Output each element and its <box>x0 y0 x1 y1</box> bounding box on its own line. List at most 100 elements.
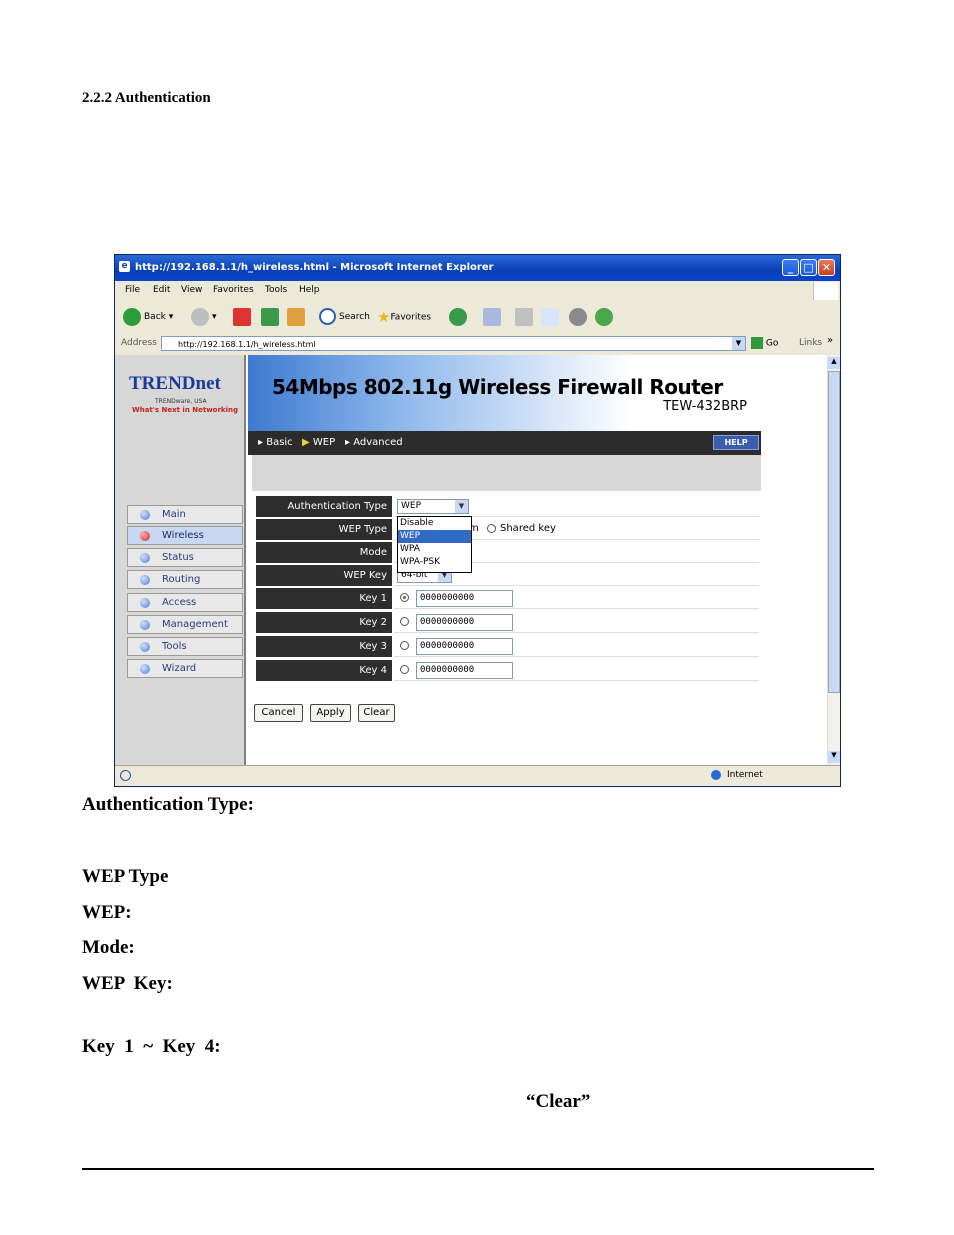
key-2-cell: 0000000000 <box>394 612 759 633</box>
key-2-input[interactable]: 0000000000 <box>416 614 513 631</box>
auth-type-cell: WEP ▼ <box>394 496 759 517</box>
back-button[interactable]: Back ▾ <box>123 307 173 327</box>
maximize-button[interactable]: □ <box>800 259 817 276</box>
menu-bar: File Edit View Favorites Tools Help <box>115 281 840 302</box>
model-number: TEW-432BRP <box>663 399 747 414</box>
stop-icon[interactable] <box>233 308 251 326</box>
option-wep[interactable]: WEP <box>398 530 471 543</box>
home-icon[interactable] <box>287 308 305 326</box>
menu-favorites[interactable]: Favorites <box>213 285 254 295</box>
banner-title: 54Mbps 802.11g Wireless Firewall Router <box>272 375 723 399</box>
search-button[interactable]: Search <box>319 307 370 327</box>
nav-tools[interactable]: Tools <box>127 637 243 656</box>
scroll-down-icon[interactable]: ▼ <box>828 751 840 763</box>
history-icon[interactable] <box>449 308 467 326</box>
section-heading: 2.2.2 Authentication <box>82 90 211 106</box>
scroll-up-icon[interactable]: ▲ <box>828 357 840 369</box>
wep-type-label: WEP Type <box>256 519 392 540</box>
option-disable[interactable]: Disable <box>398 517 471 530</box>
crumb-wep[interactable]: ▶ WEP <box>302 437 335 448</box>
crumb-basic[interactable]: ▸ Basic <box>258 437 293 448</box>
minimize-button[interactable]: _ <box>782 259 799 276</box>
address-dropdown-icon[interactable]: ▼ <box>732 337 745 350</box>
mail-icon[interactable] <box>483 308 501 326</box>
key-2-radio[interactable] <box>400 617 409 626</box>
row-wep-key: WEP Key 64-bit ▼ <box>256 565 759 586</box>
bullet-icon <box>140 598 150 608</box>
key-4-label: Key 4 <box>256 660 392 681</box>
crumb-advanced[interactable]: ▸ Advanced <box>345 437 403 448</box>
clear-button[interactable]: Clear <box>358 704 395 722</box>
help-button[interactable]: HELP <box>713 435 759 450</box>
star-icon: ★ <box>377 308 391 326</box>
key-3-cell: 0000000000 <box>394 636 759 657</box>
security-zone: Internet <box>727 770 763 780</box>
key-4-radio[interactable] <box>400 665 409 674</box>
back-arrow-icon <box>123 307 141 326</box>
bullet-icon <box>140 575 150 585</box>
auth-type-select[interactable]: WEP ▼ <box>397 499 469 514</box>
menu-help[interactable]: Help <box>299 285 320 295</box>
go-arrow-icon <box>751 337 763 349</box>
nav-routing[interactable]: Routing <box>127 570 243 589</box>
edit-icon[interactable] <box>541 308 559 326</box>
links-button[interactable]: Links <box>799 338 822 348</box>
chevron-down-icon: ▼ <box>455 500 468 513</box>
cancel-button[interactable]: Cancel <box>254 704 303 722</box>
forward-button[interactable]: ▾ <box>191 307 217 327</box>
print-icon[interactable] <box>515 308 533 326</box>
row-mode: Mode <box>256 542 759 563</box>
refresh-icon[interactable] <box>261 308 279 326</box>
forward-arrow-icon <box>191 307 209 326</box>
close-button[interactable]: ✕ <box>818 259 835 276</box>
key-4-cell: 0000000000 <box>394 660 759 681</box>
nav-access[interactable]: Access <box>127 593 243 612</box>
bullet-icon <box>140 510 150 520</box>
row-key-3: Key 3 0000000000 <box>256 636 759 657</box>
toolbar: Back ▾ ▾ Search ★Favorites <box>115 301 840 335</box>
row-key-4: Key 4 0000000000 <box>256 660 759 681</box>
row-key-1: Key 1 0000000000 <box>256 588 759 609</box>
brand-tagline: What's Next in Networking <box>132 406 238 414</box>
status-bar: Internet <box>115 765 840 786</box>
key-4-input[interactable]: 0000000000 <box>416 662 513 679</box>
menu-file[interactable]: File <box>125 285 140 295</box>
menu-tools[interactable]: Tools <box>265 285 287 295</box>
window-title: http://192.168.1.1/h_wireless.html - Mic… <box>135 262 494 273</box>
key-3-radio[interactable] <box>400 641 409 650</box>
option-wpa-psk[interactable]: WPA-PSK <box>398 556 471 569</box>
nav-status[interactable]: Status <box>127 548 243 567</box>
key-2-label: Key 2 <box>256 612 392 633</box>
breadcrumb-bar: ▸ Basic ▶ WEP ▸ Advanced HELP <box>248 431 761 455</box>
address-input[interactable]: http://192.168.1.1/h_wireless.html <box>161 336 746 351</box>
banner: 54Mbps 802.11g Wireless Firewall Router … <box>248 355 761 431</box>
discuss-icon[interactable] <box>569 308 587 326</box>
nav-wizard[interactable]: Wizard <box>127 659 243 678</box>
vertical-scrollbar[interactable]: ▲ ▼ <box>827 355 840 765</box>
nav-management[interactable]: Management <box>127 615 243 634</box>
nav-main[interactable]: Main <box>127 505 243 524</box>
bullet-icon <box>140 664 150 674</box>
links-chevron-icon[interactable]: » <box>827 335 833 346</box>
key-1-radio[interactable] <box>400 593 409 602</box>
apply-button[interactable]: Apply <box>310 704 351 722</box>
shared-key-radio[interactable] <box>487 524 496 533</box>
menu-view[interactable]: View <box>181 285 202 295</box>
brand-subtitle: TRENDware, USA <box>155 398 207 405</box>
ie-logo-icon: e <box>119 261 130 272</box>
favorites-button[interactable]: ★Favorites <box>377 307 431 327</box>
nav-wireless[interactable]: Wireless <box>127 526 243 545</box>
option-wpa[interactable]: WPA <box>398 543 471 556</box>
key-1-cell: 0000000000 <box>394 588 759 609</box>
menu-edit[interactable]: Edit <box>153 285 170 295</box>
key-3-input[interactable]: 0000000000 <box>416 638 513 655</box>
row-auth-type: Authentication Type WEP ▼ <box>256 496 759 517</box>
scroll-thumb[interactable] <box>828 371 840 693</box>
address-label: Address <box>121 338 157 348</box>
messenger-icon[interactable] <box>595 308 613 326</box>
bullet-icon <box>140 531 150 541</box>
key-1-input[interactable]: 0000000000 <box>416 590 513 607</box>
go-button[interactable]: Go <box>751 337 778 349</box>
ie-window: e http://192.168.1.1/h_wireless.html - M… <box>114 254 841 787</box>
address-bar: Address http://192.168.1.1/h_wireless.ht… <box>115 334 840 356</box>
